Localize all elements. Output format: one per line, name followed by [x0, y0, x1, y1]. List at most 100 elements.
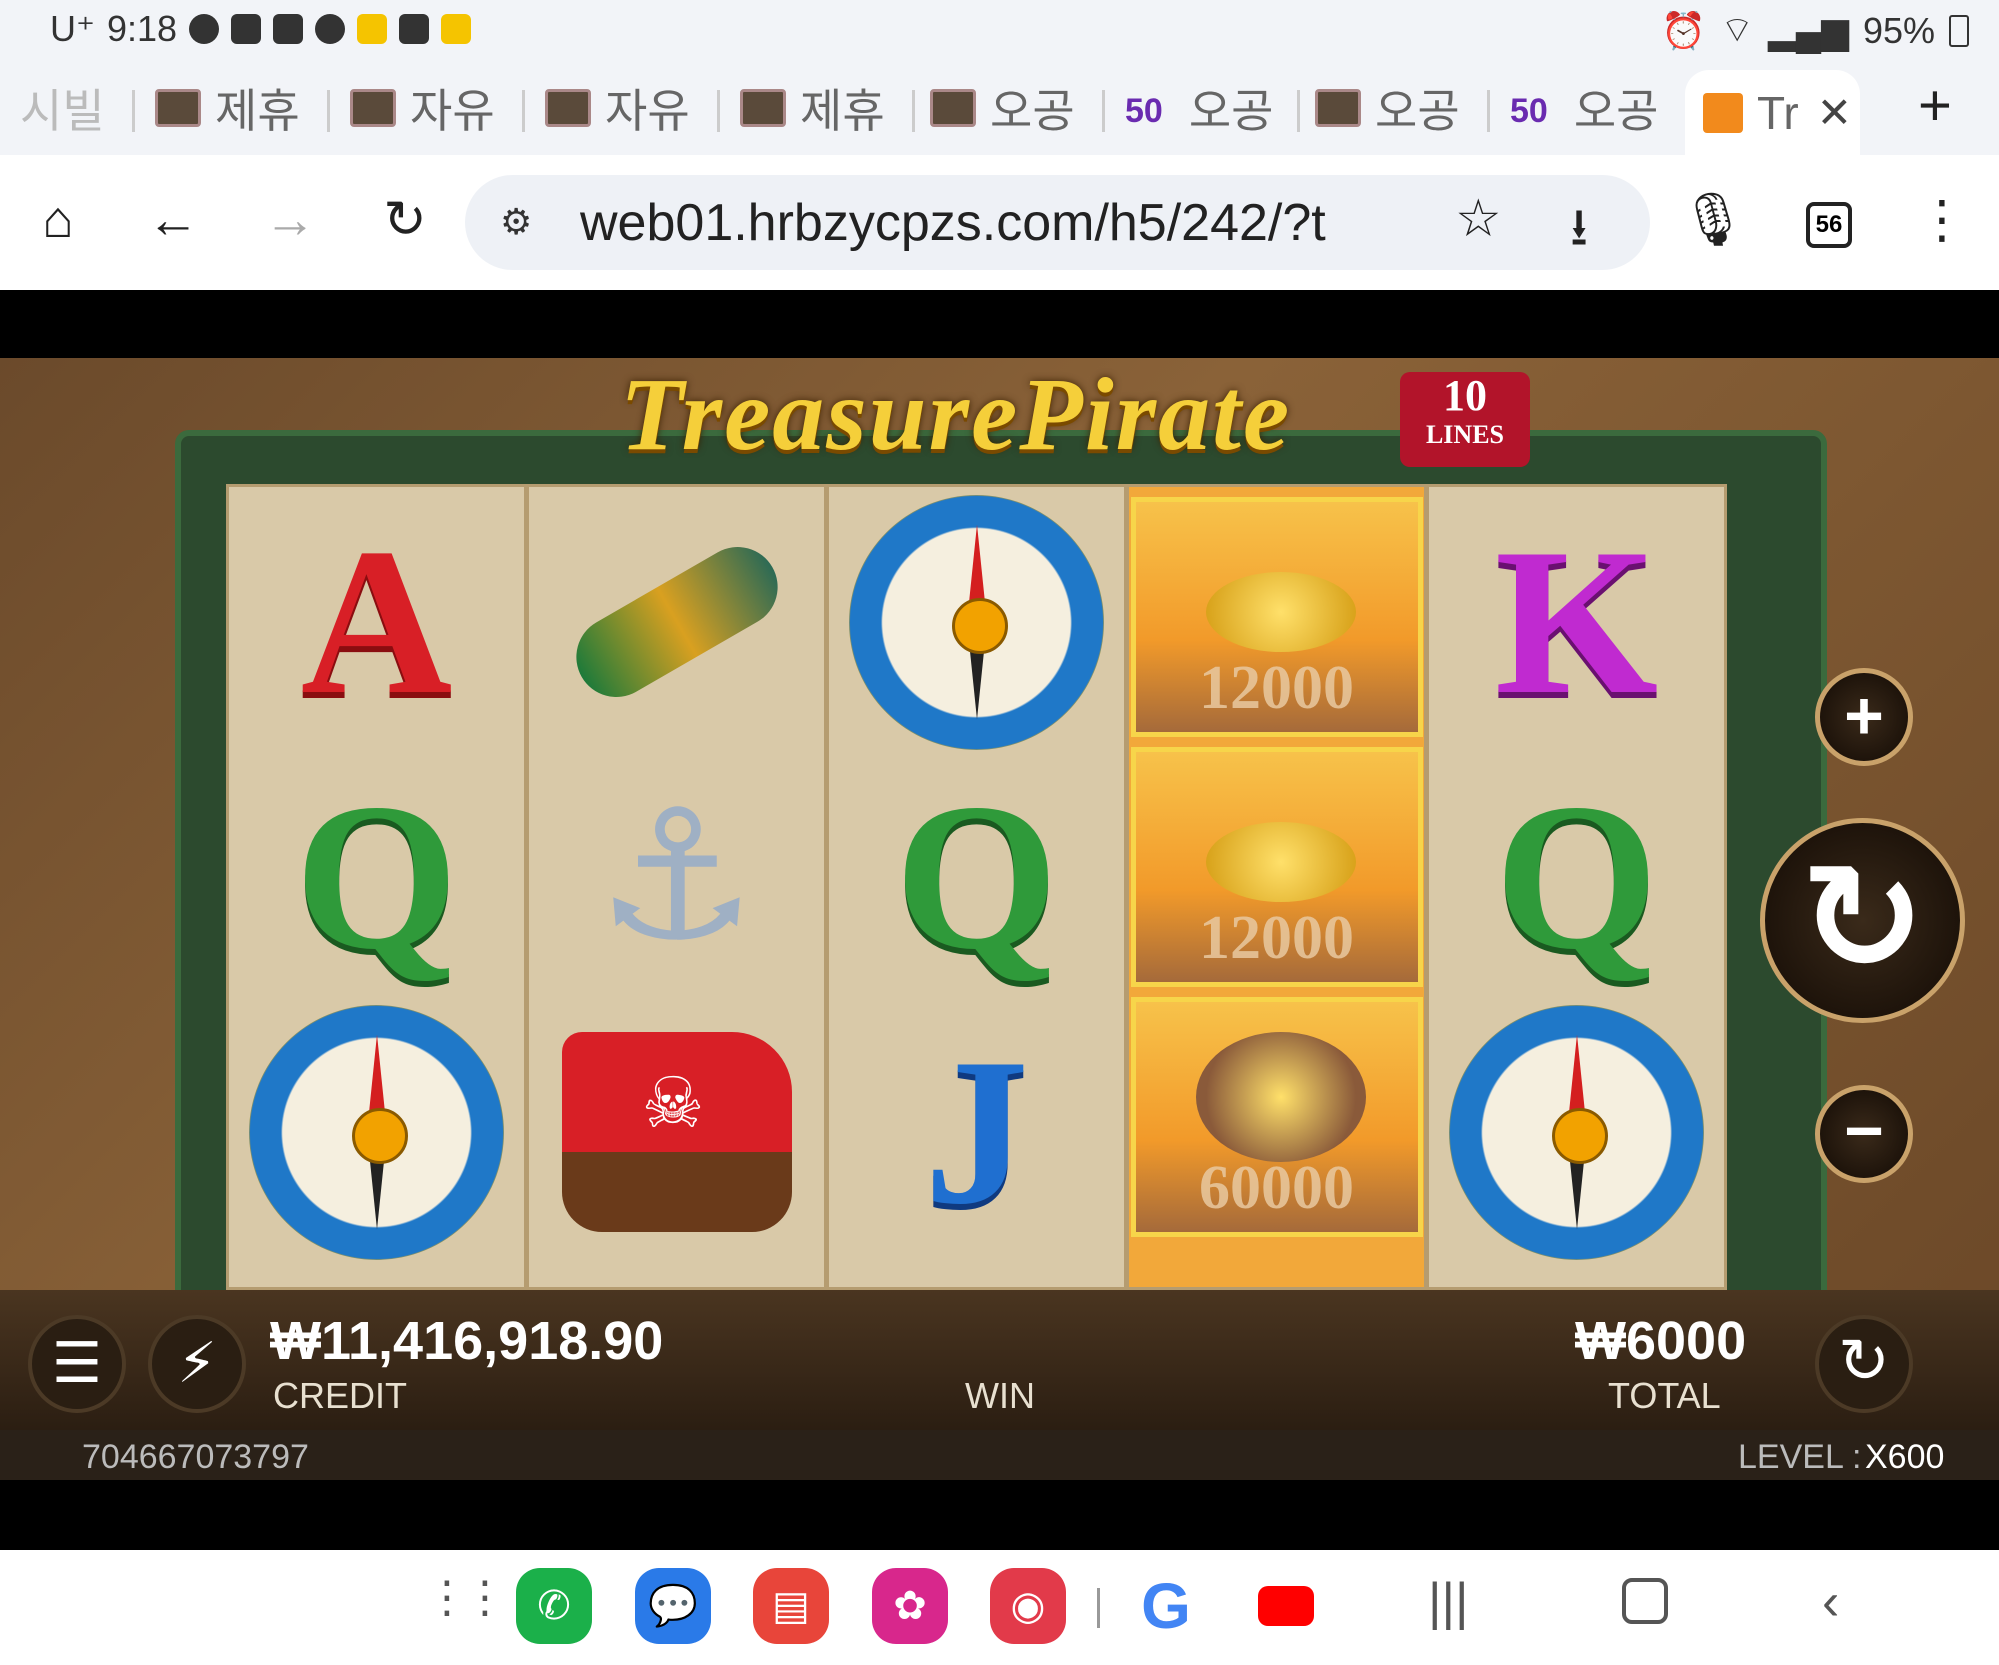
coin-tile: 12000 [1129, 742, 1424, 992]
spin-button[interactable]: ↻ [1760, 818, 1965, 1023]
hamburger-icon: ☰ [51, 1331, 103, 1394]
minus-icon: − [1844, 1093, 1884, 1169]
symbol-q: Q [894, 761, 1059, 993]
tab-label: 오공 [1375, 84, 1460, 137]
symbol-a: A [300, 506, 453, 738]
url-text[interactable]: web01.hrbzycpzs.com/h5/242/?t [580, 193, 1400, 253]
tab-label: 자유 [410, 84, 495, 137]
menu-dots-icon[interactable]: ⋮ [1912, 190, 1972, 250]
reel-2: ⚓ ☠ [526, 484, 827, 1290]
reload-icon[interactable]: ↻ [375, 190, 435, 250]
messages-app-icon[interactable]: 💬 [635, 1568, 711, 1644]
game-menu-button[interactable]: ☰ [28, 1315, 126, 1413]
spin-arrow-icon: ↻ [1799, 834, 1926, 1002]
credit-label: CREDIT [273, 1375, 407, 1416]
close-tab-icon[interactable]: ✕ [1817, 88, 1852, 137]
treasure-tile-value: 60000 [1199, 1154, 1354, 1222]
back-icon[interactable]: ← [143, 190, 203, 250]
alarm-icon: ⏰ [1661, 9, 1707, 51]
youtube-app-icon[interactable] [1248, 1568, 1324, 1644]
game-canvas[interactable]: A Q ⚓ ☠ Q J 12000 12000 60000 K Q Treasu… [0, 290, 1999, 1550]
autoplay-icon: ↻ [1838, 1327, 1890, 1396]
battery-percent: 95% [1862, 9, 1935, 51]
new-tab-button[interactable]: + [1918, 72, 1952, 139]
phone-app-icon[interactable]: ✆ [516, 1568, 592, 1644]
back-nav-icon[interactable]: ‹ [1822, 1572, 1839, 1632]
coin-tile-value: 12000 [1199, 654, 1354, 722]
total-bet-value: ₩6000 [1575, 1311, 1747, 1371]
download-icon[interactable]: ⭳ [1570, 189, 1588, 278]
pay-notification-icon [231, 14, 262, 44]
bet-increase-button[interactable]: + [1815, 668, 1913, 766]
tab-9[interactable]: 50 오공 [1510, 70, 1680, 145]
tab-1[interactable]: 시빌 [20, 70, 135, 145]
tab-label: 오공 [1188, 84, 1274, 137]
tab-4[interactable]: 자유 [545, 70, 720, 145]
tab-label: 자유 [605, 84, 690, 137]
tab-label: 제휴 [215, 84, 300, 137]
tab-3[interactable]: 자유 [350, 70, 525, 145]
home-nav-icon[interactable] [1622, 1578, 1668, 1624]
autoplay-button[interactable]: ↻ [1815, 1315, 1913, 1413]
compass-icon [249, 1004, 504, 1260]
tab-strip: 시빌 제휴 자유 자유 제휴 오공 50 오공 오공 50 오공 Tr ✕ [0, 60, 1999, 155]
pirate-ship-icon: ☠ [561, 1032, 792, 1232]
camera-app-icon[interactable]: ◉ [990, 1568, 1066, 1644]
gold-coins-icon [1205, 822, 1356, 902]
signal-icon: ▂▄▆ [1768, 9, 1849, 51]
tab-label: 오공 [1573, 84, 1659, 137]
fifty-icon: 50 [1125, 91, 1163, 130]
compass-symbol [229, 1004, 524, 1260]
tab-active[interactable]: Tr ✕ [1685, 70, 1860, 155]
notes-app-icon[interactable]: ▤ [753, 1568, 829, 1644]
bookmark-star-icon[interactable]: ☆ [1455, 189, 1502, 249]
tab-8[interactable]: 오공 [1315, 70, 1490, 145]
tab-6[interactable]: 오공 [930, 70, 1105, 145]
level-value: X600 [1865, 1438, 1945, 1476]
site-settings-icon[interactable]: ⚙ [500, 201, 532, 243]
compass-icon [849, 494, 1104, 750]
slot-icon [1315, 88, 1361, 127]
microphone-icon[interactable]: 🎙 [1680, 190, 1746, 250]
reel-4: 12000 12000 60000 [1126, 484, 1427, 1290]
game-title: TreasurePirate [620, 357, 1292, 472]
tab-2[interactable]: 제휴 [155, 70, 330, 145]
slot-icon [740, 88, 786, 127]
win-label: WIN [965, 1375, 1035, 1416]
reel-1: A Q [226, 484, 527, 1290]
carrier-label: U⁺ [50, 8, 95, 49]
gallery-app-icon[interactable]: ✿ [872, 1568, 948, 1644]
reel-5: K Q [1426, 484, 1727, 1290]
tab-7[interactable]: 50 오공 [1125, 70, 1300, 145]
symbol-j: J [924, 1016, 1029, 1248]
forward-icon[interactable]: → [260, 190, 320, 250]
credit-value: ₩11,416,918.90 [270, 1311, 664, 1371]
turbo-button[interactable]: ⚡ [148, 1315, 246, 1413]
google-app-icon[interactable]: G [1128, 1568, 1204, 1644]
lines-number: 10 [1443, 371, 1487, 420]
home-icon[interactable]: ⌂ [28, 190, 88, 250]
plus-icon: + [1844, 678, 1884, 754]
treasure-bag-icon [1195, 1032, 1366, 1162]
treasure-bag-tile: 60000 [1129, 992, 1424, 1242]
app-notification-icon [273, 14, 304, 44]
lines-label: LINES [1425, 420, 1505, 449]
lightning-icon: ⚡ [177, 1331, 217, 1394]
info-strip: 704667073797 LEVEL : X600 [0, 1430, 1999, 1480]
chat-notification-icon [189, 14, 220, 44]
tab-count-button[interactable]: 56 [1806, 202, 1852, 248]
coin-tile: 12000 [1129, 492, 1424, 742]
coin-tile-value: 12000 [1199, 904, 1354, 972]
cq-icon [1703, 92, 1743, 133]
symbol-k: K [1494, 506, 1659, 738]
tab-5[interactable]: 제휴 [740, 70, 915, 145]
recents-icon[interactable]: ||| [1428, 1572, 1469, 1632]
bottom-panel: ☰ ⚡ ₩11,416,918.90 CREDIT WIN ₩6000 TOTA… [0, 1290, 1999, 1430]
symbol-q: Q [1494, 761, 1659, 993]
address-bar[interactable]: ⚙ web01.hrbzycpzs.com/h5/242/?t ☆ ⭳ [465, 175, 1650, 270]
wifi-icon: ⌔ [1720, 9, 1755, 50]
lines-badge: 10 LINES [1400, 372, 1530, 467]
android-nav-bar: ⋮⋮⋮ ✆ 💬 ▤ ✿ ◉ G ||| ‹ [0, 1550, 1999, 1665]
bet-decrease-button[interactable]: − [1815, 1085, 1913, 1183]
reel-3: Q J [826, 484, 1127, 1290]
